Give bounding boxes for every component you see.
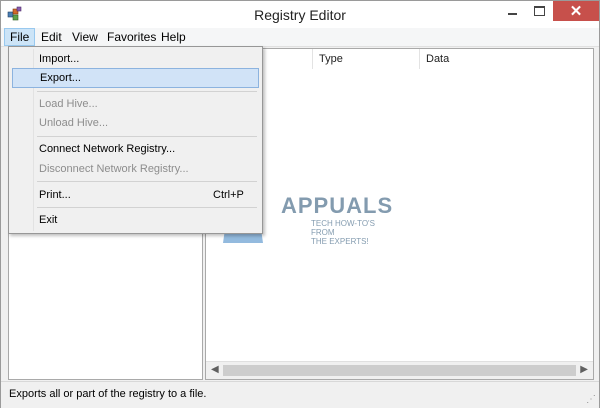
menu-item-disconnect-network-registry: Disconnect Network Registry... xyxy=(12,159,257,179)
maximize-icon xyxy=(534,6,545,16)
menu-bar: File Edit View Favorites Help xyxy=(1,28,599,47)
file-menu-dropdown: Import... Export... Load Hive... Unload … xyxy=(8,46,263,234)
menu-item-shortcut: Ctrl+P xyxy=(213,189,244,201)
menu-item-connect-network-registry[interactable]: Connect Network Registry... xyxy=(12,139,257,159)
title-bar[interactable]: Registry Editor ✕ xyxy=(1,1,599,28)
menu-item-label: Export... xyxy=(40,72,81,84)
menu-view[interactable]: View xyxy=(67,28,103,46)
window-controls: ✕ xyxy=(499,1,599,23)
menu-item-label: Connect Network Registry... xyxy=(39,143,176,155)
menu-item-import[interactable]: Import... xyxy=(12,49,257,69)
menu-favorites[interactable]: Favorites xyxy=(102,28,161,46)
menu-file[interactable]: File xyxy=(4,28,36,46)
minimize-icon xyxy=(508,13,517,15)
menu-item-label: Print... xyxy=(39,189,71,201)
menu-separator xyxy=(37,136,257,137)
menu-item-label: Exit xyxy=(39,214,58,226)
registry-editor-window: Registry Editor ✕ File Edit View Favorit… xyxy=(0,0,600,408)
horizontal-scrollbar[interactable]: ◀ ▶ xyxy=(206,361,593,379)
menu-separator xyxy=(37,181,257,182)
scroll-left-arrow-icon[interactable]: ◀ xyxy=(211,364,219,375)
watermark-tagline-line-2: THE EXPERTS! xyxy=(311,237,369,246)
watermark-tagline-line-1: TECH HOW-TO'S FROM xyxy=(311,219,375,237)
menu-item-label: Disconnect Network Registry... xyxy=(39,163,189,175)
menu-item-load-hive: Load Hive... xyxy=(12,94,257,114)
maximize-button[interactable] xyxy=(526,1,553,21)
status-bar: Exports all or part of the registry to a… xyxy=(1,381,599,408)
menu-item-label: Load Hive... xyxy=(39,98,98,110)
menu-item-print[interactable]: Print... Ctrl+P xyxy=(12,185,257,205)
scrollbar-thumb[interactable] xyxy=(223,365,576,376)
menu-separator xyxy=(37,207,257,208)
menu-item-label: Unload Hive... xyxy=(39,117,109,129)
minimize-button[interactable] xyxy=(499,1,526,21)
menu-item-unload-hive: Unload Hive... xyxy=(12,113,257,133)
column-header-data[interactable]: Data xyxy=(420,49,593,69)
close-button[interactable]: ✕ xyxy=(553,1,599,21)
column-header-type[interactable]: Type xyxy=(313,49,420,69)
status-text: Exports all or part of the registry to a… xyxy=(9,388,207,400)
menu-edit[interactable]: Edit xyxy=(36,28,67,46)
menu-separator xyxy=(37,91,257,92)
scroll-right-arrow-icon[interactable]: ▶ xyxy=(580,364,588,375)
menu-item-exit[interactable]: Exit xyxy=(12,210,257,230)
menu-item-label: Import... xyxy=(39,53,80,65)
close-icon: ✕ xyxy=(569,3,583,20)
menu-item-export[interactable]: Export... xyxy=(12,68,259,88)
menu-help[interactable]: Help xyxy=(156,28,191,46)
resize-grip-icon[interactable]: ⋰ xyxy=(586,394,596,405)
watermark-brand: APPUALS xyxy=(281,193,394,218)
watermark-tagline: TECH HOW-TO'S FROM THE EXPERTS! xyxy=(311,219,387,246)
